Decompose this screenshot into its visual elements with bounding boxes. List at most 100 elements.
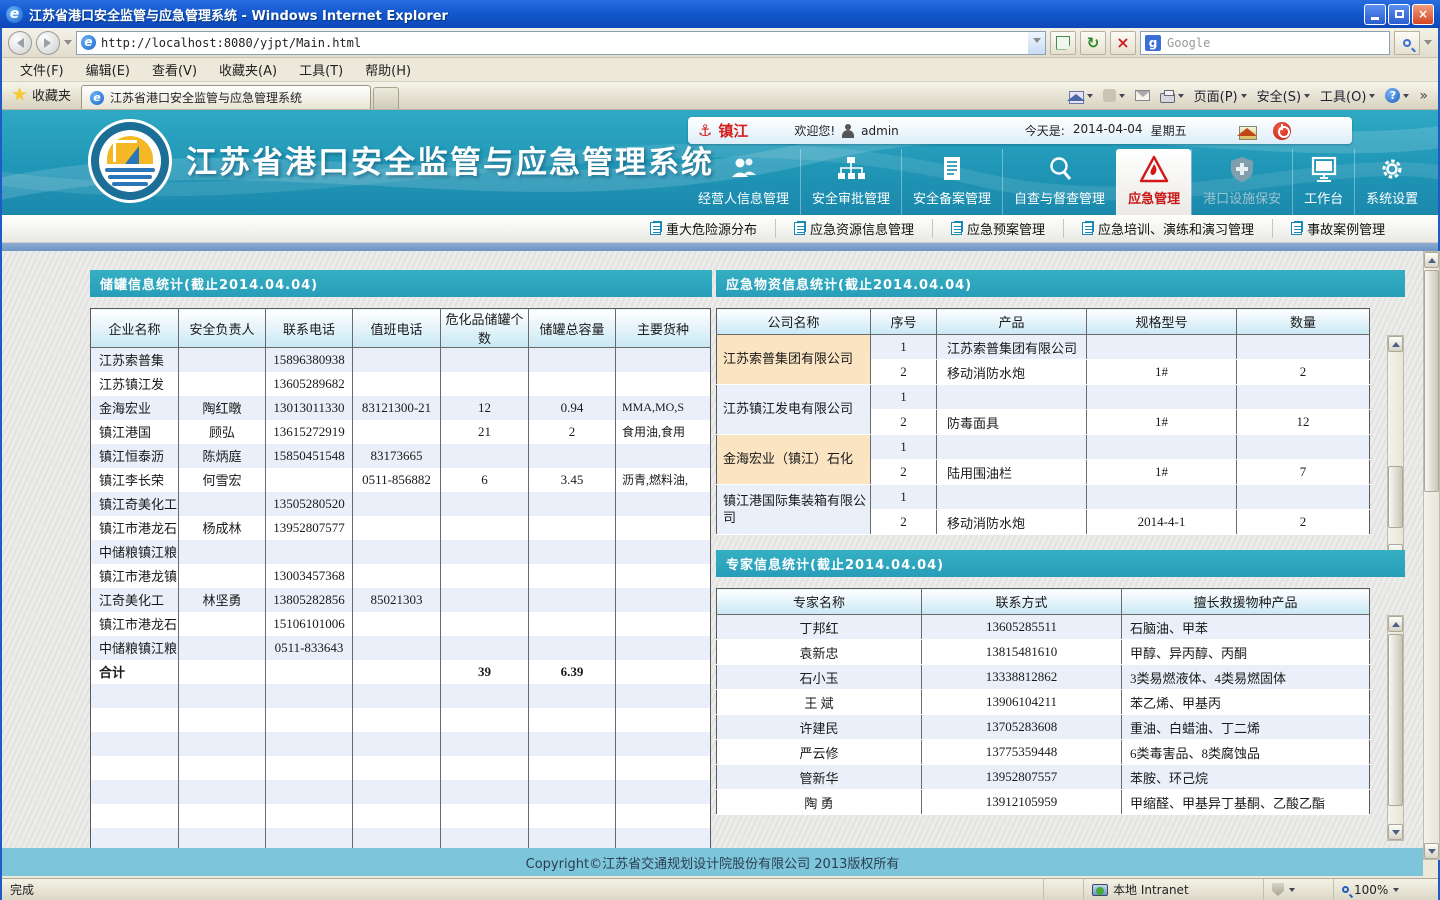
table-cell <box>937 385 1087 410</box>
table-row: 江苏镇江发电有限公司1 <box>717 385 1370 410</box>
table-cell <box>529 588 616 612</box>
logout-power-icon[interactable] <box>1273 122 1291 140</box>
compatibility-view-button[interactable] <box>1050 31 1076 55</box>
table-cell: 江苏镇江发电有限公司 <box>717 385 871 435</box>
table-cell <box>1087 335 1237 360</box>
url-dropdown-button[interactable] <box>1028 31 1046 55</box>
search-box[interactable]: Google <box>1140 31 1390 55</box>
menu-help[interactable]: 帮助(H) <box>355 58 421 81</box>
search-magnifier-icon <box>1403 39 1411 47</box>
address-toolbar: http://localhost:8080/yjpt/Main.html Goo… <box>2 28 1438 58</box>
table-cell <box>266 540 353 564</box>
scroll-up-button[interactable] <box>1388 616 1403 632</box>
warning-triangle-icon <box>1139 155 1169 183</box>
table-cell <box>616 444 711 468</box>
search-button[interactable] <box>1394 31 1420 55</box>
protected-mode-button[interactable] <box>1263 879 1333 900</box>
search-dropdown-icon[interactable] <box>1424 40 1432 49</box>
tools-menu-button[interactable]: 工具(O) <box>1320 86 1375 105</box>
scrollbar-thumb[interactable] <box>1388 634 1403 806</box>
table-cell <box>91 780 179 804</box>
scroll-down-button[interactable] <box>1388 824 1403 840</box>
subnav-training-drill[interactable]: 应急培训、演练和演习管理 <box>1063 219 1272 238</box>
column-header: 企业名称 <box>91 309 179 348</box>
table-cell <box>91 708 179 732</box>
address-bar[interactable]: http://localhost:8080/yjpt/Main.html <box>76 31 1029 55</box>
new-tab-button[interactable] <box>373 87 399 109</box>
print-button[interactable] <box>1160 89 1184 103</box>
welcome-label: 欢迎您! <box>794 122 835 139</box>
scroll-down-button[interactable] <box>1424 843 1439 859</box>
restore-button[interactable] <box>1388 4 1410 25</box>
zoom-control[interactable]: 100% <box>1333 879 1438 900</box>
table-row <box>91 780 711 804</box>
favorites-button[interactable]: 收藏夹 <box>2 85 81 109</box>
supplies-table-scrollbar[interactable] <box>1387 335 1404 561</box>
feeds-button[interactable] <box>1103 89 1125 102</box>
experts-panel-title: 专家信息统计(截止2014.04.04) <box>716 550 1405 577</box>
subnav-resource-info[interactable]: 应急资源信息管理 <box>775 219 932 238</box>
page-scrollbar[interactable] <box>1423 251 1440 860</box>
nav-port-facility-security[interactable]: 港口设施保安 <box>1191 149 1292 215</box>
subnav-plan-management[interactable]: 应急预案管理 <box>932 219 1063 238</box>
scrollbar-thumb[interactable] <box>1424 270 1439 492</box>
home-shortcut-icon[interactable] <box>1239 126 1257 140</box>
stop-button[interactable] <box>1110 31 1136 55</box>
back-button[interactable] <box>8 31 32 55</box>
table-cell: 1 <box>871 435 937 460</box>
menu-favorites[interactable]: 收藏夹(A) <box>209 58 287 81</box>
home-button[interactable] <box>1069 88 1093 104</box>
nav-system-settings[interactable]: 系统设置 <box>1354 149 1429 215</box>
close-button[interactable]: × <box>1412 4 1434 25</box>
forward-button[interactable] <box>36 31 60 55</box>
table-cell <box>353 684 441 708</box>
table-cell: 2 <box>529 420 616 444</box>
column-header: 数量 <box>1237 309 1370 335</box>
table-row: 陶 勇13912105959甲缩醛、甲基异丁基酮、乙酸乙酯 <box>717 790 1370 815</box>
scroll-up-button[interactable] <box>1388 336 1403 352</box>
active-tab[interactable]: 江苏省港口安全监管与应急管理系统 <box>81 85 371 109</box>
table-cell: 21 <box>441 420 529 444</box>
safety-menu-button[interactable]: 安全(S) <box>1257 86 1310 105</box>
table-cell <box>1237 485 1370 510</box>
table-cell <box>441 492 529 516</box>
table-cell <box>616 492 711 516</box>
experts-table-header-row: 专家名称联系方式擅长救援物种产品 <box>717 589 1370 615</box>
nav-safety-approval[interactable]: 安全审批管理 <box>800 149 901 215</box>
experts-table-scrollbar[interactable] <box>1387 615 1404 841</box>
menu-view[interactable]: 查看(V) <box>142 58 207 81</box>
table-cell <box>179 348 266 372</box>
nav-safety-filing[interactable]: 安全备案管理 <box>901 149 1002 215</box>
scrollbar-thumb[interactable] <box>1388 466 1403 528</box>
experts-table: 专家名称联系方式擅长救援物种产品 丁邦红13605285511石脑油、甲苯袁新忠… <box>716 588 1370 815</box>
subnav-accident-cases[interactable]: 事故案例管理 <box>1272 219 1403 238</box>
minimize-button[interactable] <box>1364 4 1386 25</box>
subnav-hazard-distribution[interactable]: 重大危险源分布 <box>632 219 775 238</box>
nav-self-inspection[interactable]: 自查与督查管理 <box>1002 149 1116 215</box>
table-cell: 3类易燃液体、4类易燃固体 <box>1122 665 1370 690</box>
table-cell: 防毒面具 <box>937 410 1087 435</box>
table-row: 江奇美化工林坚勇1380528285685021303 <box>91 588 711 612</box>
menu-tools[interactable]: 工具(T) <box>289 58 353 81</box>
nav-operator-info[interactable]: 经营人信息管理 <box>687 149 800 215</box>
table-cell <box>441 684 529 708</box>
menu-file[interactable]: 文件(F) <box>10 58 74 81</box>
menu-edit[interactable]: 编辑(E) <box>76 58 140 81</box>
nav-workbench[interactable]: 工作台 <box>1292 149 1354 215</box>
page-menu-button[interactable]: 页面(P) <box>1194 86 1247 105</box>
column-header: 联系方式 <box>922 589 1122 615</box>
mail-button[interactable] <box>1135 90 1150 101</box>
history-dropdown-icon[interactable] <box>64 40 72 49</box>
refresh-button[interactable] <box>1080 31 1106 55</box>
table-cell <box>353 612 441 636</box>
column-header: 联系电话 <box>266 309 353 348</box>
table-cell <box>179 684 266 708</box>
table-cell <box>616 708 711 732</box>
nav-emergency-management[interactable]: 应急管理 <box>1116 149 1191 215</box>
table-row: 丁邦红13605285511石脑油、甲苯 <box>717 615 1370 640</box>
table-row: 江苏索普集15896380938 <box>91 348 711 372</box>
scroll-up-button[interactable] <box>1424 252 1439 268</box>
help-button[interactable] <box>1385 88 1409 103</box>
more-commands-button[interactable] <box>1419 88 1428 104</box>
table-cell <box>353 540 441 564</box>
